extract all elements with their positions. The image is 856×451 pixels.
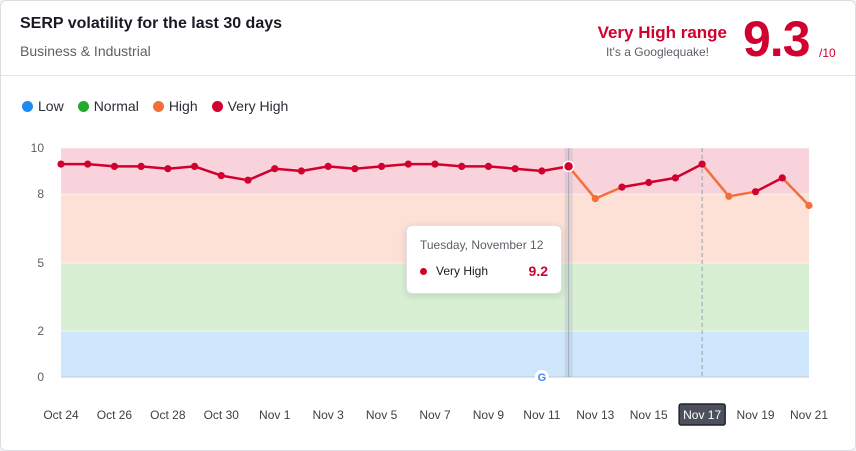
y-tick-label: 10 — [31, 141, 45, 155]
data-point — [778, 174, 786, 182]
data-point — [324, 162, 332, 170]
data-point — [562, 160, 575, 173]
data-point — [431, 160, 439, 168]
band-very-high — [61, 148, 809, 194]
data-point — [110, 162, 119, 170]
tooltip-series-dot — [420, 268, 427, 275]
data-point — [84, 160, 92, 168]
y-tick-label: 5 — [37, 256, 44, 270]
data-point — [725, 192, 733, 200]
google-update-icon: G — [534, 370, 549, 384]
x-tick-label: Nov 7 — [419, 408, 451, 422]
y-tick-label: 2 — [37, 324, 44, 338]
data-point — [458, 162, 466, 170]
data-point — [57, 160, 65, 168]
data-point — [244, 176, 252, 184]
data-point — [511, 165, 519, 173]
x-tick-label: Oct 30 — [204, 408, 240, 422]
tooltip-series-label: Very High — [436, 264, 489, 278]
data-point — [591, 195, 599, 203]
tooltip-date: Tuesday, November 12 — [420, 238, 544, 252]
data-point — [164, 165, 172, 173]
x-tick-label: Nov 5 — [366, 408, 398, 422]
data-point — [698, 160, 706, 168]
x-tick-label: Nov 17 — [683, 408, 721, 422]
data-point — [217, 172, 225, 180]
x-tick-label: Oct 26 — [97, 408, 133, 422]
data-point — [805, 201, 813, 210]
data-point — [351, 165, 359, 173]
x-tick-label: Nov 9 — [473, 408, 505, 422]
x-tick-label: Nov 21 — [790, 408, 828, 422]
data-point — [271, 165, 279, 173]
y-tick-label: 0 — [37, 370, 44, 384]
data-point — [377, 162, 386, 170]
x-tick-label: Nov 3 — [312, 408, 344, 422]
data-point — [671, 174, 680, 182]
data-point — [484, 162, 493, 170]
data-point — [190, 162, 199, 170]
google-icon-glyph: G — [538, 372, 547, 384]
data-point — [297, 167, 306, 175]
data-point — [751, 188, 760, 196]
x-tick-label: Nov 19 — [737, 408, 775, 422]
data-point — [618, 183, 626, 191]
data-point — [404, 160, 412, 168]
band-low — [61, 331, 809, 377]
data-point — [645, 178, 653, 187]
chart-tooltip: Tuesday, November 12 Very High 9.2 — [406, 225, 562, 294]
data-point — [538, 167, 546, 175]
tooltip-value: 9.2 — [528, 263, 548, 279]
x-tick-label: Nov 15 — [630, 408, 668, 422]
data-point — [137, 162, 145, 170]
x-tick-label: Nov 13 — [576, 408, 614, 422]
y-tick-label: 8 — [37, 187, 44, 201]
x-tick-label: Oct 24 — [43, 408, 79, 422]
x-tick-label: Nov 11 — [523, 408, 560, 422]
x-tick-label: Nov 1 — [259, 408, 291, 422]
x-tick-label: Oct 28 — [150, 408, 186, 422]
